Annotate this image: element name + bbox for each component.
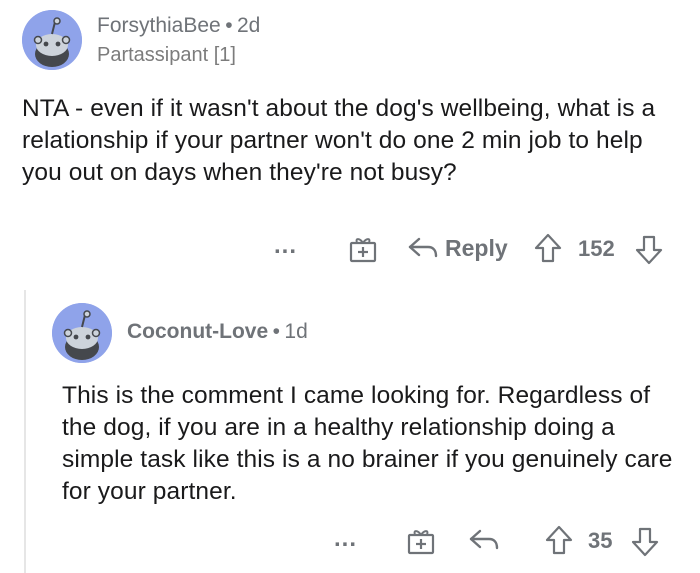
reply-arrow-icon[interactable] <box>468 526 500 554</box>
avatar[interactable] <box>52 303 112 363</box>
thread-line[interactable] <box>24 290 26 573</box>
comment-body: This is the comment I came looking for. … <box>62 382 673 505</box>
username[interactable]: Coconut-Love <box>127 320 268 343</box>
more-icon[interactable]: ... <box>334 525 357 553</box>
more-icon[interactable]: ... <box>274 232 297 260</box>
avatar-icon <box>22 10 82 70</box>
user-flair: Partassipant [1] <box>97 44 236 66</box>
upvote-icon[interactable] <box>544 524 574 556</box>
comment-body: NTA - even if it wasn't about the dog's … <box>22 95 656 186</box>
downvote-icon[interactable] <box>634 234 664 266</box>
comment-header: Coconut-Love • 1d <box>127 320 308 344</box>
downvote-icon[interactable] <box>630 526 660 558</box>
vote-score: 35 <box>588 528 613 553</box>
comment-header: ForsythiaBee • 2d <box>97 14 260 38</box>
separator: • <box>272 320 280 343</box>
vote-score: 152 <box>578 236 615 261</box>
gift-icon[interactable] <box>406 526 436 556</box>
avatar-icon <box>52 303 112 363</box>
gift-icon[interactable] <box>348 234 378 264</box>
comment-age: 2d <box>237 14 261 37</box>
reply-button[interactable]: Reply <box>407 234 508 262</box>
reply-arrow-icon <box>407 234 439 262</box>
comment-age: 1d <box>284 320 308 343</box>
separator: • <box>225 14 233 37</box>
reply-label: Reply <box>445 234 508 261</box>
username[interactable]: ForsythiaBee <box>97 14 221 37</box>
avatar[interactable] <box>22 10 82 70</box>
upvote-icon[interactable] <box>533 232 563 264</box>
